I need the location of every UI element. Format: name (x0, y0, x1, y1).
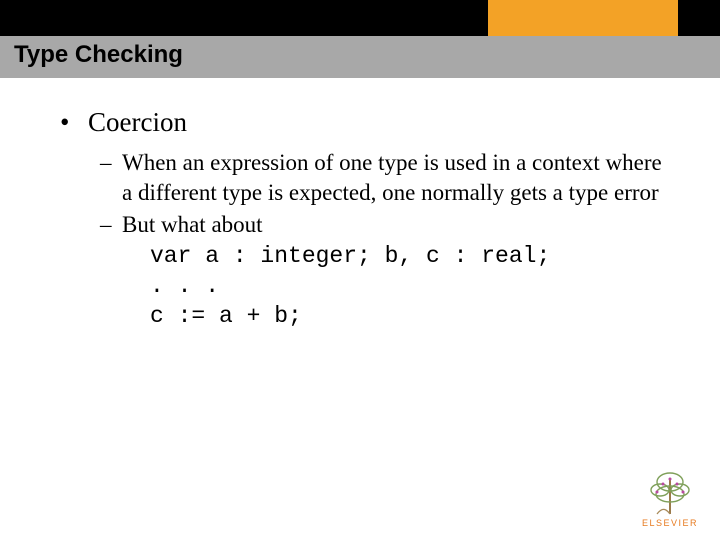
sub-bullet-text: When an expression of one type is used i… (122, 148, 670, 209)
code-line: . . . (150, 273, 219, 299)
sub-bullet-marker: – (100, 210, 122, 240)
title-bar: Type Checking (0, 36, 720, 78)
bullet-label: Coercion (88, 108, 187, 138)
sub-bullet-lead: But what about (122, 212, 263, 237)
sub-bullet-item: – But what about var a : integer; b, c :… (100, 210, 670, 331)
tree-icon (647, 470, 693, 516)
publisher-name: ELSEVIER (638, 518, 702, 528)
top-orange-accent (488, 0, 678, 36)
publisher-logo: ELSEVIER (638, 470, 702, 528)
code-line: var a : integer; b, c : real; (150, 243, 550, 269)
bullet-item: • Coercion (60, 108, 670, 138)
bullet-marker: • (60, 108, 88, 138)
code-line: c := a + b; (150, 303, 302, 329)
slide-title: Type Checking (14, 41, 183, 69)
code-block: var a : integer; b, c : real; . . . c :=… (150, 241, 670, 332)
sub-bullet-item: – When an expression of one type is used… (100, 148, 670, 209)
sub-bullet-text: But what about var a : integer; b, c : r… (122, 210, 670, 331)
slide-body: • Coercion – When an expression of one t… (60, 108, 670, 334)
sub-bullet-list: – When an expression of one type is used… (100, 148, 670, 332)
sub-bullet-marker: – (100, 148, 122, 178)
